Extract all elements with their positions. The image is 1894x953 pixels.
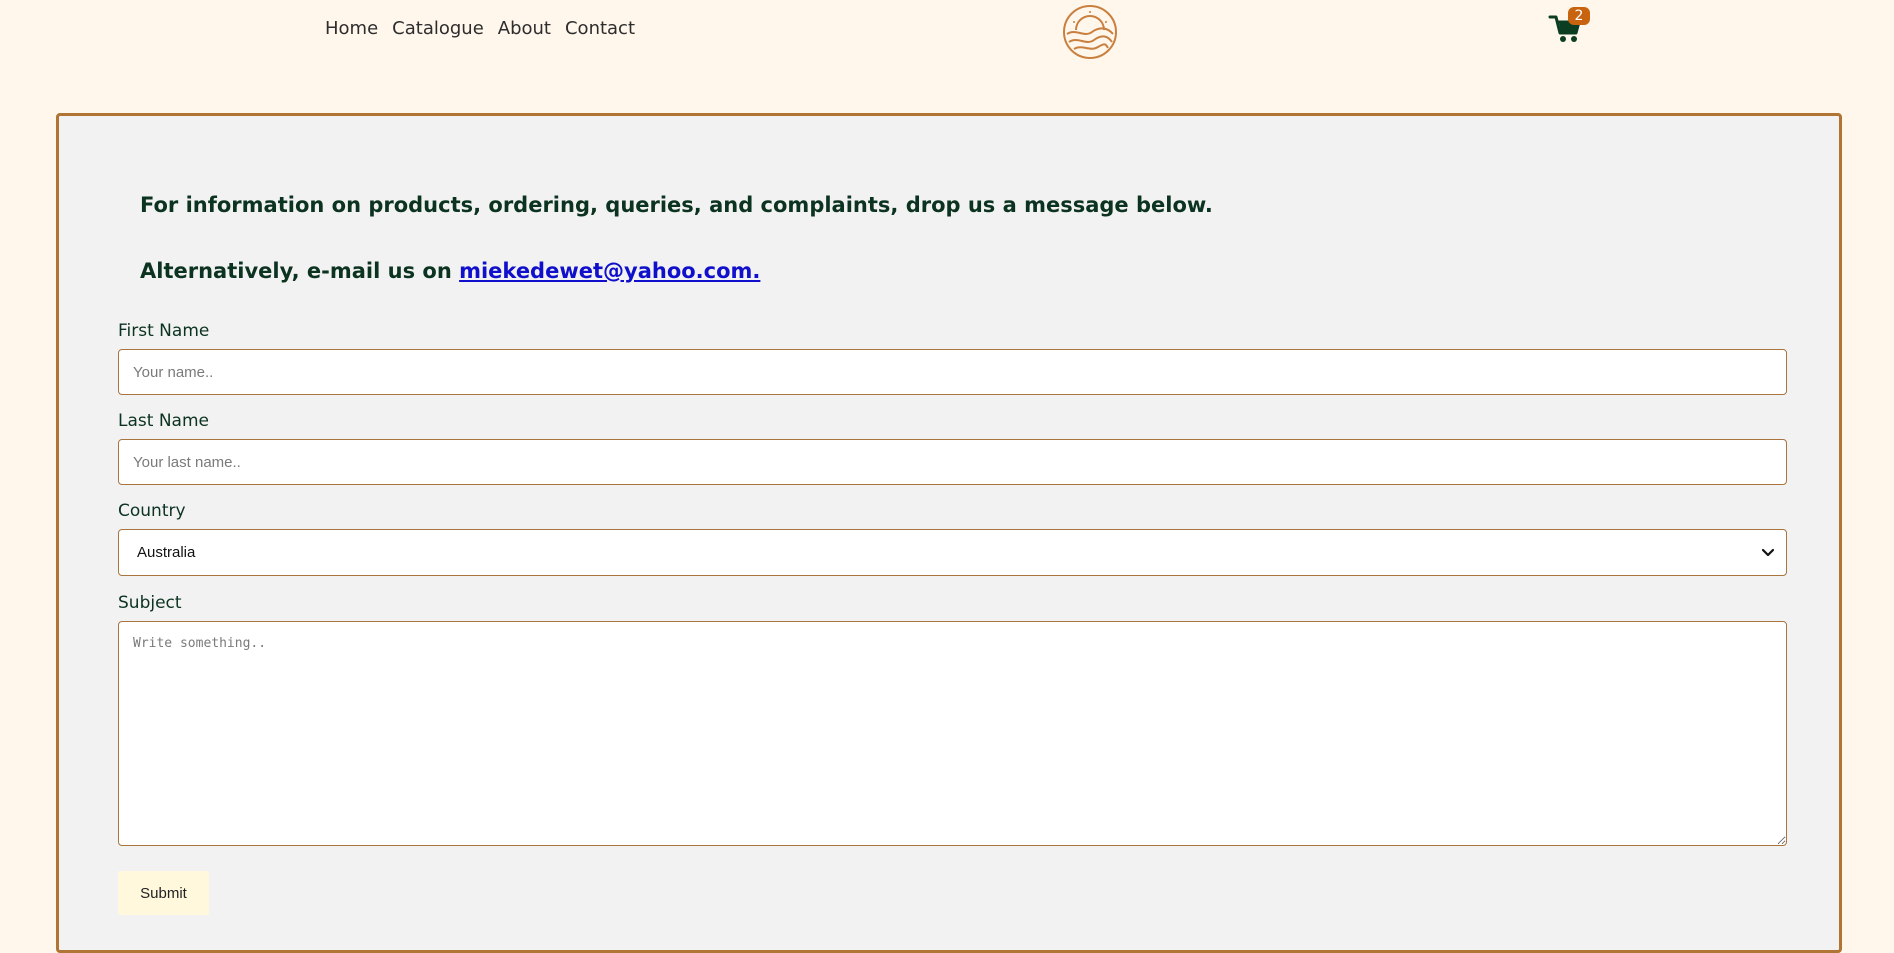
top-navigation-bar: Home Catalogue About Contact 2 (0, 0, 1894, 62)
sun-over-hills-logo[interactable] (1062, 4, 1118, 60)
nav-link-catalogue[interactable]: Catalogue (392, 18, 484, 39)
email-prefix-text: Alternatively, e-mail us on (140, 259, 460, 283)
email-link[interactable]: miekedewet@yahoo.com. (459, 259, 760, 283)
first-name-label: First Name (118, 321, 210, 341)
last-name-input[interactable] (118, 439, 1787, 485)
country-label: Country (118, 501, 186, 521)
subject-label: Subject (118, 593, 182, 613)
nav-link-contact[interactable]: Contact (565, 18, 635, 39)
contact-email-line: Alternatively, e-mail us on miekedewet@y… (140, 259, 760, 283)
chevron-down-icon (1760, 544, 1776, 560)
main-nav: Home Catalogue About Contact (325, 18, 635, 39)
contact-intro-text: For information on products, ordering, q… (140, 193, 1213, 217)
cart-count-badge: 2 (1568, 7, 1590, 25)
contact-card: For information on products, ordering, q… (56, 113, 1842, 953)
country-select[interactable]: Australia (118, 529, 1787, 576)
country-selected-value: Australia (137, 544, 196, 561)
last-name-label: Last Name (118, 411, 209, 431)
nav-link-about[interactable]: About (498, 18, 551, 39)
submit-button[interactable]: Submit (118, 871, 209, 915)
subject-textarea[interactable] (118, 621, 1787, 846)
first-name-input[interactable] (118, 349, 1787, 395)
nav-link-home[interactable]: Home (325, 18, 378, 39)
